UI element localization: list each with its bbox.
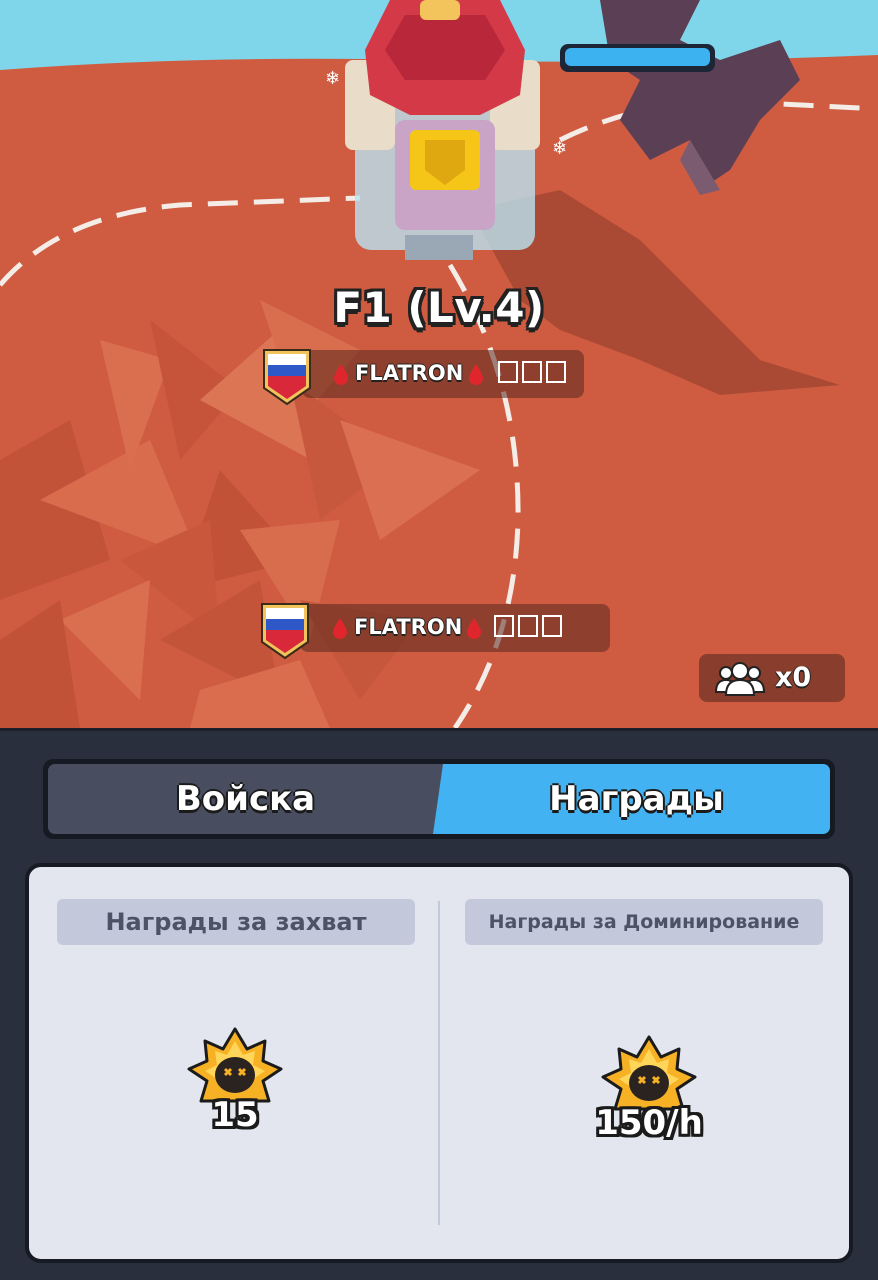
domination-rewards-header: Награды за Доминирование bbox=[465, 899, 823, 945]
placeholder-glyphs bbox=[498, 361, 566, 383]
placeholder-glyphs bbox=[494, 615, 562, 637]
capture-reward[interactable]: 15 bbox=[175, 1027, 295, 1135]
blood-drop-icon bbox=[469, 364, 483, 385]
blood-drop-icon bbox=[467, 618, 481, 639]
rewards-card: Награды за захват Награды за Доминирован… bbox=[25, 863, 853, 1263]
column-divider bbox=[438, 901, 440, 1225]
troop-count-value: x0 bbox=[775, 662, 812, 693]
people-icon bbox=[715, 662, 765, 696]
player-tag[interactable]: FLATRON bbox=[260, 603, 610, 660]
capture-rewards-header: Награды за захват bbox=[57, 899, 415, 945]
tower-icon bbox=[345, 0, 540, 260]
player-tag[interactable]: FLATRON bbox=[262, 349, 584, 406]
russia-flag-icon bbox=[263, 349, 311, 406]
capture-reward-value: 15 bbox=[211, 1095, 259, 1135]
russia-flag-icon bbox=[261, 603, 309, 660]
bottom-panel: Войска Награды Награды за захват Награды… bbox=[0, 728, 878, 1280]
domination-reward-value: 150/h bbox=[595, 1103, 703, 1143]
blood-drop-icon bbox=[333, 618, 347, 639]
tab-bar: Войска Награды bbox=[43, 759, 835, 839]
blood-drop-icon bbox=[334, 364, 348, 385]
player-name: FLATRON bbox=[354, 615, 463, 639]
troop-count-badge[interactable]: x0 bbox=[699, 654, 845, 702]
domination-reward[interactable]: 150/h bbox=[569, 1035, 729, 1143]
tab-troops[interactable]: Войска bbox=[48, 764, 493, 834]
svg-text:❄: ❄ bbox=[325, 68, 340, 89]
tab-rewards-label: Награды bbox=[549, 779, 724, 819]
tab-troops-label: Войска bbox=[175, 779, 316, 819]
player-name: FLATRON bbox=[355, 361, 464, 385]
game-map[interactable]: ❄ ❄ F1 (Lv.4) FLATRON FLATRON x0 bbox=[0, 0, 878, 728]
tab-rewards[interactable]: Награды bbox=[433, 764, 830, 834]
building-level-title: F1 (Lv.4) bbox=[333, 283, 545, 332]
svg-text:❄: ❄ bbox=[552, 138, 567, 159]
